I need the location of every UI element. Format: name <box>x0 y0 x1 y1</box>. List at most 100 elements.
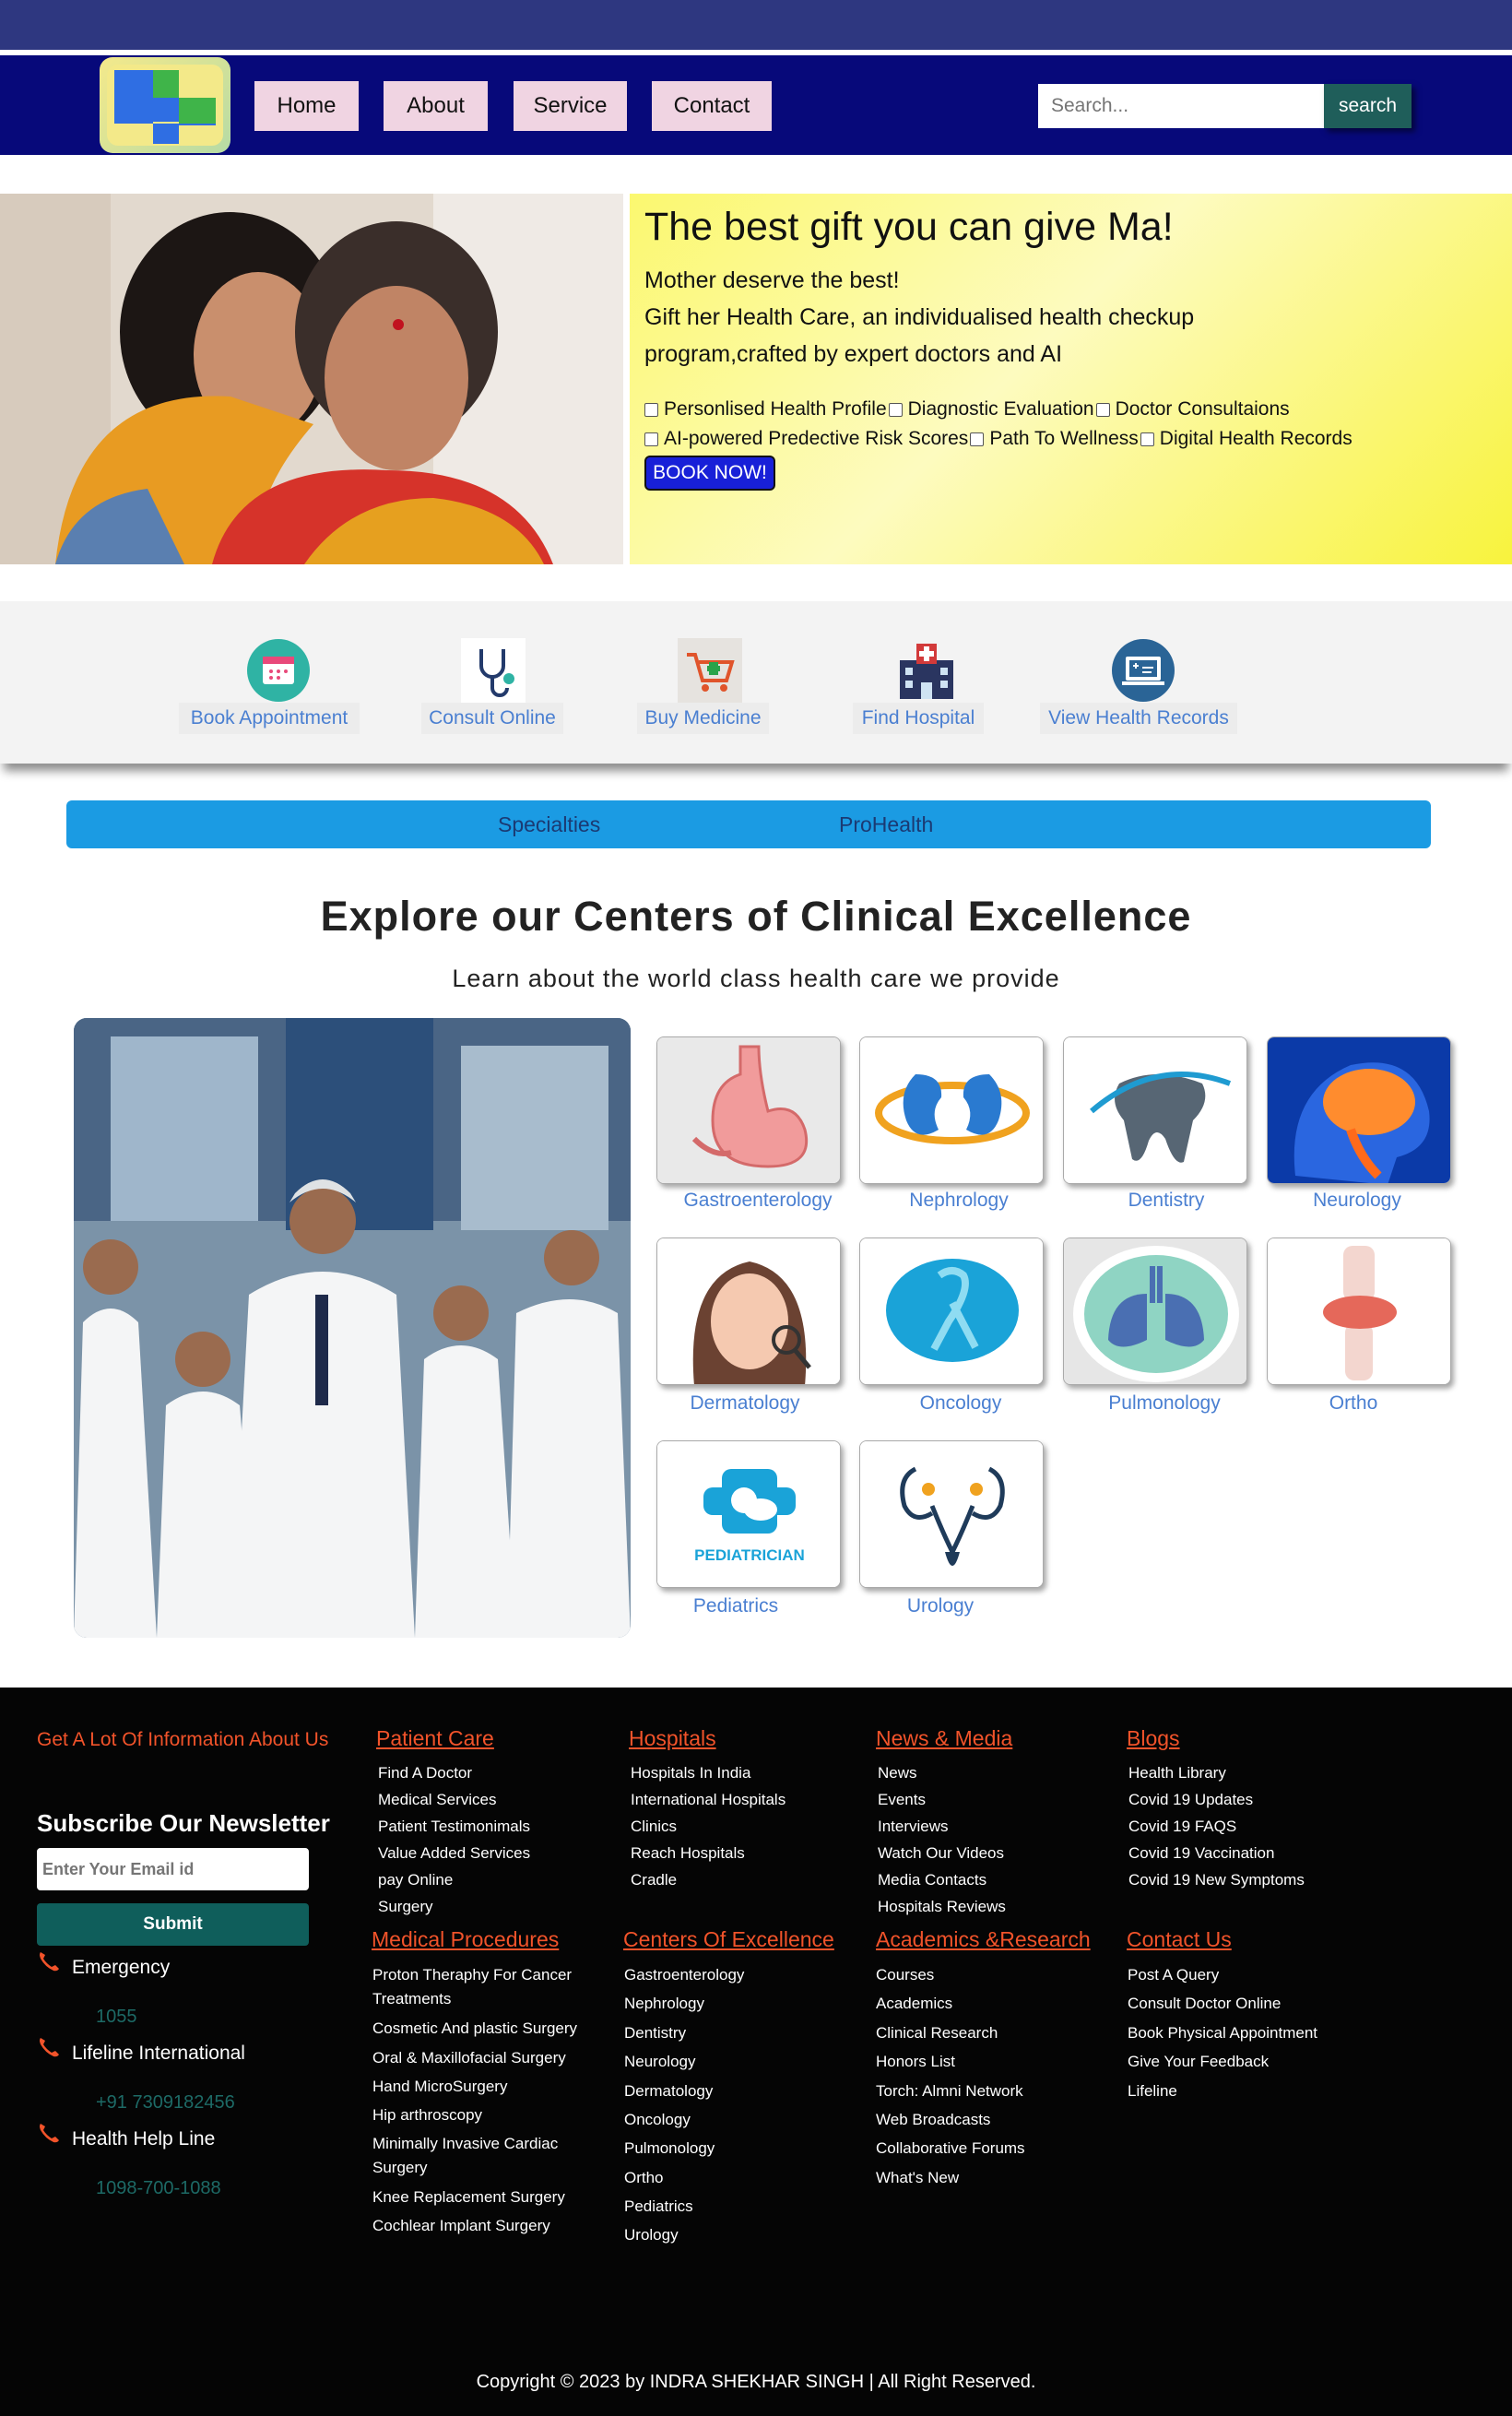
footer-link[interactable]: Value Added Services <box>378 1844 530 1863</box>
specialty-dentistry[interactable]: Dentistry <box>1065 1190 1268 1212</box>
footer-link[interactable]: Treatments <box>372 1990 451 2008</box>
nav-home[interactable]: Home <box>254 81 359 131</box>
book-now-button[interactable]: BOOK NOW! <box>644 456 775 491</box>
footer-link[interactable]: Lifeline <box>1128 2082 1177 2101</box>
footer-link[interactable]: Covid 19 New Symptoms <box>1128 1871 1305 1889</box>
quick-link-book-appointment[interactable]: Book Appointment <box>179 703 360 734</box>
footer-link[interactable]: Post A Query <box>1128 1966 1219 1984</box>
cart-icon[interactable] <box>678 638 742 703</box>
checkbox[interactable] <box>1140 432 1154 446</box>
footer-link[interactable]: Honors List <box>876 2053 955 2071</box>
checkbox[interactable] <box>644 402 658 417</box>
footer-heading-medical-procedures[interactable]: Medical Procedures <box>372 1927 559 1952</box>
footer-link[interactable]: Proton Theraphy For Cancer <box>372 1966 572 1984</box>
footer-link[interactable]: Watch Our Videos <box>878 1844 1004 1863</box>
newsletter-email-input[interactable] <box>37 1848 309 1890</box>
footer-link[interactable]: Patient Testimonimals <box>378 1818 530 1836</box>
quick-link-consult-online[interactable]: Consult Online <box>421 703 563 734</box>
oncology-card[interactable] <box>859 1238 1044 1385</box>
checkbox[interactable] <box>1095 402 1110 417</box>
footer-link[interactable]: Covid 19 FAQS <box>1128 1818 1236 1836</box>
specialty-pulmonology[interactable]: Pulmonology <box>1063 1392 1266 1415</box>
footer-link[interactable]: Surgery <box>378 1898 433 1916</box>
specialty-ortho[interactable]: Ortho <box>1252 1392 1455 1415</box>
nav-about[interactable]: About <box>384 81 488 131</box>
contact-lifeline-number[interactable]: +91 7309182456 <box>96 2092 235 2114</box>
search-button[interactable]: search <box>1324 84 1412 128</box>
footer-link[interactable]: Urology <box>624 2226 679 2244</box>
footer-link[interactable]: Web Broadcasts <box>876 2111 990 2129</box>
footer-heading-news-media[interactable]: News & Media <box>876 1726 1012 1751</box>
footer-link[interactable]: Reach Hospitals <box>631 1844 745 1863</box>
dentistry-card[interactable] <box>1063 1036 1247 1184</box>
quick-link-find-hospital[interactable]: Find Hospital <box>853 703 984 734</box>
footer-link[interactable]: Gastroenterology <box>624 1966 744 1984</box>
pediatrics-card[interactable]: PEDIATRICIAN <box>656 1440 841 1588</box>
footer-link[interactable]: Neurology <box>624 2053 696 2071</box>
site-logo[interactable] <box>100 57 230 153</box>
nephrology-card[interactable] <box>859 1036 1044 1184</box>
footer-link[interactable]: News <box>878 1764 917 1782</box>
footer-link[interactable]: Ortho <box>624 2169 664 2187</box>
footer-link[interactable]: Clinical Research <box>876 2024 998 2043</box>
footer-link[interactable]: Cradle <box>631 1871 677 1889</box>
quick-link-buy-medicine[interactable]: Buy Medicine <box>637 703 769 734</box>
stethoscope-icon[interactable] <box>461 638 526 703</box>
search-input[interactable] <box>1038 84 1324 128</box>
footer-link[interactable]: International Hospitals <box>631 1791 786 1809</box>
specialty-neurology[interactable]: Neurology <box>1256 1190 1459 1212</box>
footer-link[interactable]: Find A Doctor <box>378 1764 472 1782</box>
footer-link[interactable]: Hip arthroscopy <box>372 2106 482 2125</box>
footer-link[interactable]: Dentistry <box>624 2024 686 2043</box>
footer-heading-blogs[interactable]: Blogs <box>1127 1726 1180 1751</box>
footer-link[interactable]: Academics <box>876 1995 952 2013</box>
footer-heading-centers-of-excellence[interactable]: Centers Of Excellence <box>623 1927 834 1952</box>
quick-link-view-health-records[interactable]: View Health Records <box>1040 703 1237 734</box>
dermatology-card[interactable] <box>656 1238 841 1385</box>
footer-link[interactable]: Cosmetic And plastic Surgery <box>372 2019 577 2038</box>
footer-link[interactable]: Hand MicroSurgery <box>372 2078 507 2096</box>
footer-link[interactable]: Interviews <box>878 1818 949 1836</box>
footer-link[interactable]: Oral & Maxillofacial Surgery <box>372 2049 566 2067</box>
neurology-card[interactable] <box>1267 1036 1451 1184</box>
footer-link[interactable]: Media Contacts <box>878 1871 986 1889</box>
urology-card[interactable] <box>859 1440 1044 1588</box>
footer-link[interactable]: Book Physical Appointment <box>1128 2024 1317 2043</box>
footer-heading-academics-research[interactable]: Academics &Research <box>876 1927 1091 1952</box>
nav-service[interactable]: Service <box>514 81 627 131</box>
footer-link[interactable]: Covid 19 Vaccination <box>1128 1844 1274 1863</box>
ortho-card[interactable] <box>1267 1238 1451 1385</box>
footer-link[interactable]: Give Your Feedback <box>1128 2053 1269 2071</box>
footer-link[interactable]: Knee Replacement Surgery <box>372 2188 565 2207</box>
footer-link[interactable]: Pediatrics <box>624 2197 693 2216</box>
footer-link[interactable]: Clinics <box>631 1818 677 1836</box>
specialty-gastroenterology[interactable]: Gastroenterology <box>656 1190 859 1212</box>
tab-specialties[interactable]: Specialties <box>498 800 600 848</box>
footer-link[interactable]: Health Library <box>1128 1764 1226 1782</box>
footer-link[interactable]: Dermatology <box>624 2082 713 2101</box>
footer-link[interactable]: Medical Services <box>378 1791 497 1809</box>
specialty-urology[interactable]: Urology <box>839 1595 1042 1617</box>
footer-link[interactable]: Events <box>878 1791 926 1809</box>
checkbox[interactable] <box>888 402 903 417</box>
calendar-icon[interactable] <box>246 638 311 703</box>
specialty-dermatology[interactable]: Dermatology <box>644 1392 846 1415</box>
footer-link[interactable]: Hospitals In India <box>631 1764 750 1782</box>
contact-emergency-number[interactable]: 1055 <box>96 2007 137 2028</box>
specialty-oncology[interactable]: Oncology <box>859 1392 1062 1415</box>
footer-link[interactable]: Torch: Almni Network <box>876 2082 1023 2101</box>
footer-link[interactable]: Collaborative Forums <box>876 2139 1025 2158</box>
footer-link[interactable]: Minimally Invasive Cardiac <box>372 2135 558 2153</box>
gastroenterology-card[interactable] <box>656 1036 841 1184</box>
footer-link[interactable]: Consult Doctor Online <box>1128 1995 1281 2013</box>
footer-link[interactable]: Pulmonology <box>624 2139 715 2158</box>
checkbox[interactable] <box>644 432 658 446</box>
footer-heading-hospitals[interactable]: Hospitals <box>629 1726 716 1751</box>
footer-link[interactable]: Oncology <box>624 2111 691 2129</box>
pulmonology-card[interactable] <box>1063 1238 1247 1385</box>
specialty-nephrology[interactable]: Nephrology <box>857 1190 1060 1212</box>
footer-link[interactable]: What's New <box>876 2169 959 2187</box>
contact-helpline-number[interactable]: 1098-700-1088 <box>96 2178 221 2199</box>
checkbox[interactable] <box>970 432 985 446</box>
footer-link[interactable]: pay Online <box>378 1871 453 1889</box>
